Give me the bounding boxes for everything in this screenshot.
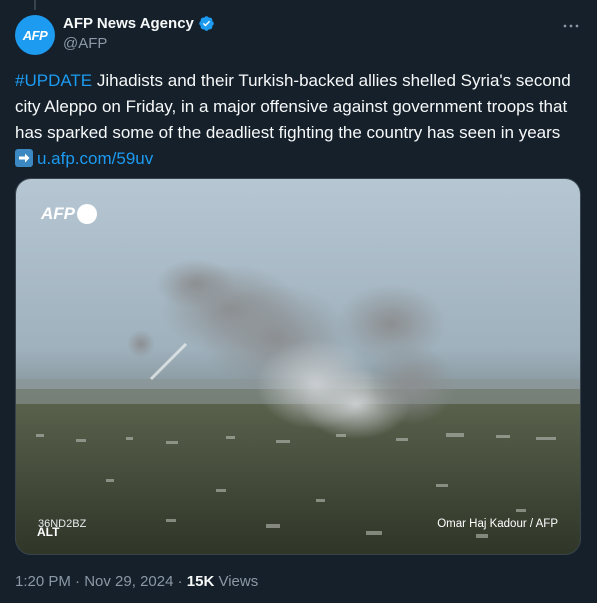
afp-watermark: AFP	[41, 204, 97, 224]
author-name[interactable]: AFP News Agency	[63, 15, 194, 32]
tweet-date[interactable]: Nov 29, 2024	[84, 573, 173, 590]
right-arrow-emoji-icon	[15, 149, 33, 167]
more-button[interactable]	[557, 12, 585, 40]
views-label: Views	[214, 573, 259, 590]
name-row: AFP News Agency	[63, 15, 215, 32]
afp-watermark-text: AFP	[41, 204, 75, 223]
meta-separator: ·	[173, 573, 187, 590]
alt-button[interactable]: ALT	[34, 524, 62, 540]
tweet-text: #UPDATE Jihadists and their Turkish-back…	[15, 68, 575, 172]
thread-line	[34, 0, 36, 10]
avatar-text: AFP	[22, 27, 48, 43]
tweet-meta: 1:20 PM · Nov 29, 2024 · 15K Views	[15, 573, 258, 590]
aleppo-smoke-photo	[16, 179, 580, 554]
verified-badge-icon	[198, 15, 215, 32]
tweet-body: Jihadists and their Turkish-backed allie…	[15, 71, 571, 142]
afp-watermark-dot	[77, 204, 97, 224]
more-horizontal-icon	[563, 24, 579, 28]
hashtag-link[interactable]: #UPDATE	[15, 71, 92, 90]
meta-separator: ·	[70, 573, 85, 590]
avatar[interactable]: AFP	[15, 15, 55, 55]
author-handle[interactable]: @AFP	[63, 35, 215, 52]
tweet: AFP AFP News Agency @AFP #UPDATE Jihadis…	[0, 0, 597, 603]
article-link[interactable]: u.afp.com/59uv	[37, 149, 153, 168]
tweet-image[interactable]: AFP 36ND2BZ ALT Omar Haj Kadour / AFP	[15, 178, 581, 555]
views-count[interactable]: 15K	[187, 573, 215, 590]
author-block: AFP News Agency @AFP	[63, 15, 215, 52]
photo-credit: Omar Haj Kadour / AFP	[437, 518, 558, 530]
tweet-time[interactable]: 1:20 PM	[15, 573, 71, 590]
